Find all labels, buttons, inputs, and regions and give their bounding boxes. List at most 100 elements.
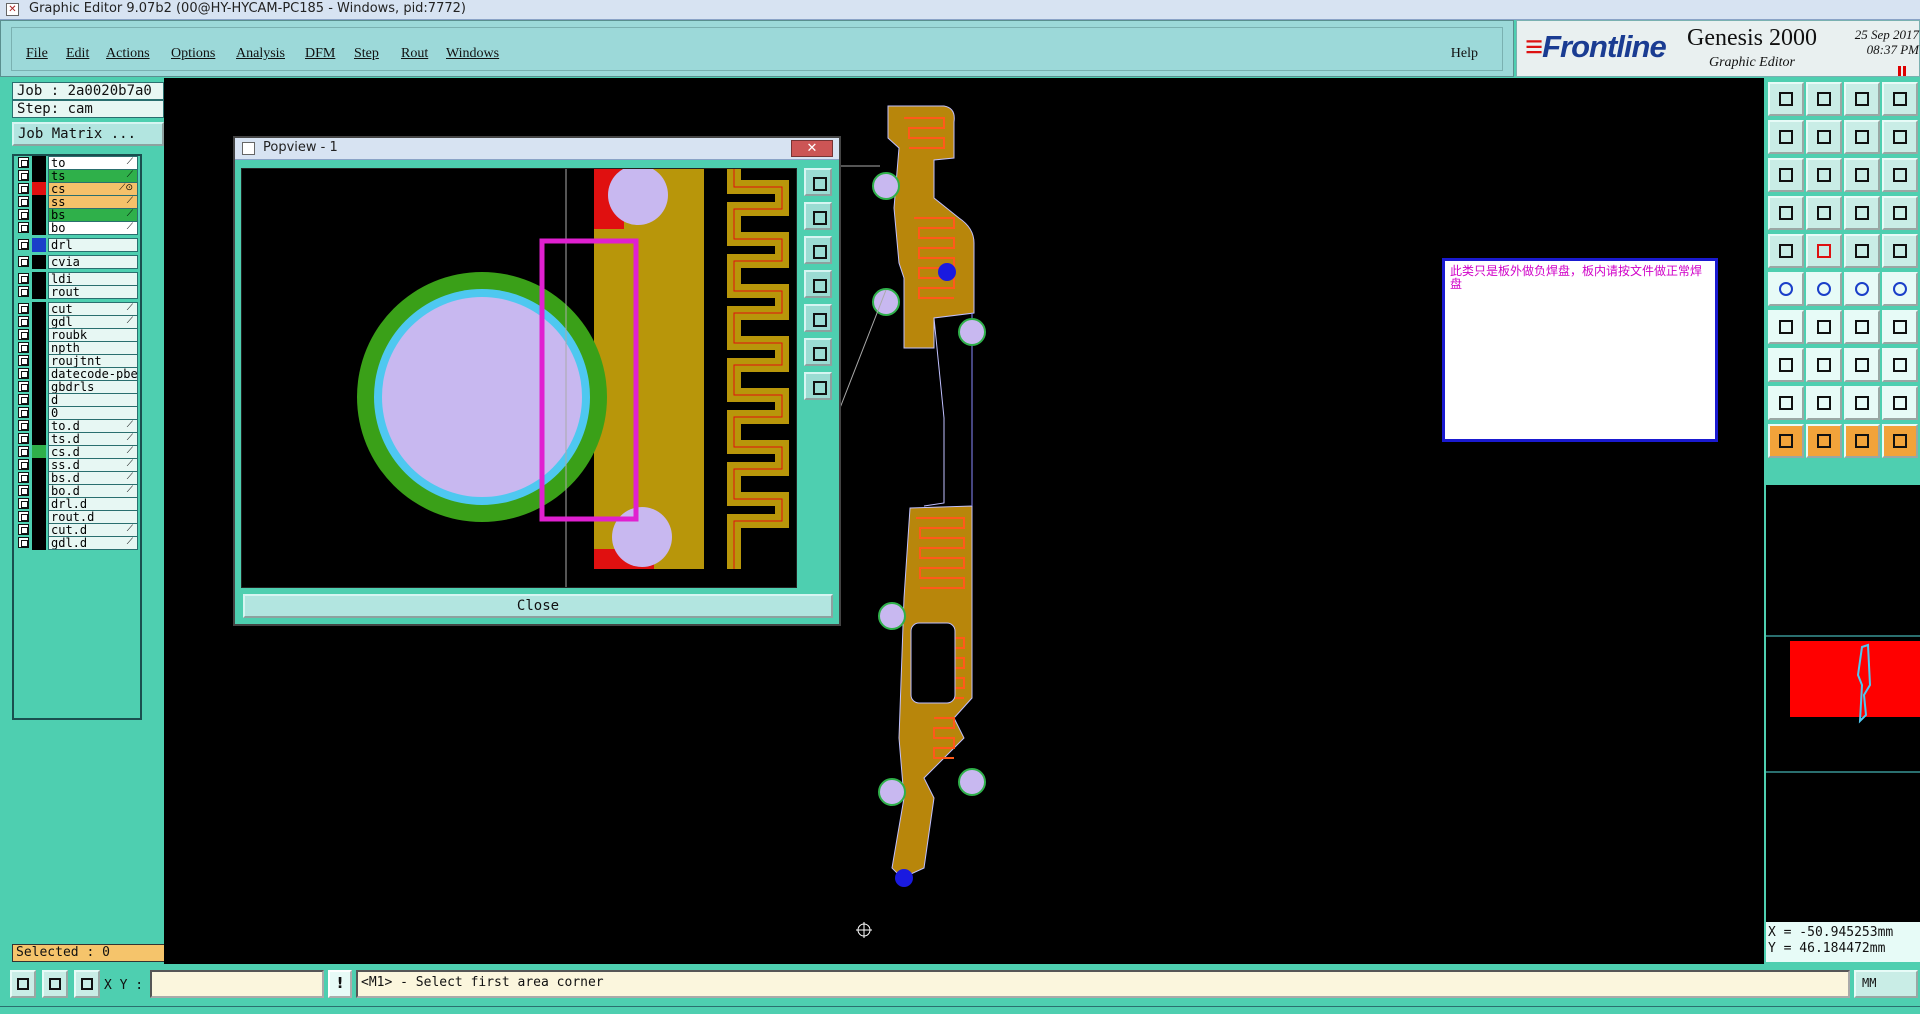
tool-button-11[interactable]	[1844, 158, 1880, 192]
layer-row[interactable]: bs.d ⟋	[16, 471, 140, 485]
layer-checkbox[interactable]	[18, 459, 29, 470]
tool-button-6[interactable]	[1806, 120, 1842, 154]
layer-row[interactable]: rout	[16, 285, 140, 299]
layer-row[interactable]: gbdrls	[16, 380, 140, 394]
tool-button-7[interactable]	[1844, 120, 1880, 154]
menu-step[interactable]: Step	[354, 46, 379, 62]
menu-analysis[interactable]: Analysis	[236, 46, 285, 62]
tool-button-31[interactable]	[1844, 348, 1880, 382]
tool-button-17[interactable]	[1768, 234, 1804, 268]
tool-button-9[interactable]	[1768, 158, 1804, 192]
layer-row[interactable]: datecode-pbe	[16, 367, 140, 381]
layer-row[interactable]: gdl ⟋	[16, 315, 140, 329]
popview-close-x[interactable]: ✕	[791, 140, 833, 157]
layer-checkbox[interactable]	[18, 511, 29, 522]
popview-tool-4[interactable]	[804, 270, 832, 298]
tool-button-39[interactable]	[1844, 424, 1880, 458]
popview-tool-3[interactable]	[804, 236, 832, 264]
layer-checkbox[interactable]	[18, 342, 29, 353]
layer-checkbox[interactable]	[18, 394, 29, 405]
layer-row[interactable]: to.d ⟋	[16, 419, 140, 433]
layer-checkbox[interactable]	[18, 286, 29, 297]
tool-button-29[interactable]	[1768, 348, 1804, 382]
layer-row[interactable]: cvia	[16, 255, 140, 269]
layer-checkbox[interactable]	[18, 420, 29, 431]
layer-row[interactable]: gdl.d ⟋	[16, 536, 140, 550]
layer-row[interactable]: ss ⟋	[16, 195, 140, 209]
layer-row[interactable]: ss.d ⟋	[16, 458, 140, 472]
layer-checkbox[interactable]	[18, 183, 29, 194]
layer-checkbox[interactable]	[18, 407, 29, 418]
layer-checkbox[interactable]	[18, 446, 29, 457]
tool-button-32[interactable]	[1882, 348, 1918, 382]
layer-checkbox[interactable]	[18, 381, 29, 392]
tool-button-28[interactable]	[1882, 310, 1918, 344]
tool-button-10[interactable]	[1806, 158, 1842, 192]
tool-button-15[interactable]	[1844, 196, 1880, 230]
tool-button-21[interactable]	[1768, 272, 1804, 306]
menu-help[interactable]: Help	[1451, 46, 1478, 62]
layer-row[interactable]: cut.d ⟋	[16, 523, 140, 537]
layer-row[interactable]: npth	[16, 341, 140, 355]
menu-file[interactable]: File	[26, 46, 48, 62]
layer-row[interactable]: drl	[16, 238, 140, 252]
tool-button-23[interactable]	[1844, 272, 1880, 306]
pause-icon[interactable]	[1898, 61, 1908, 76]
tool-button-12[interactable]	[1882, 158, 1918, 192]
layer-checkbox[interactable]	[18, 273, 29, 284]
tool-button-4[interactable]	[1882, 82, 1918, 116]
layer-row[interactable]: roujtnt	[16, 354, 140, 368]
menu-rout[interactable]: Rout	[401, 46, 428, 62]
menu-edit[interactable]: Edit	[66, 46, 89, 62]
tool-button-25[interactable]	[1768, 310, 1804, 344]
grid-button[interactable]	[74, 970, 100, 998]
tool-button-34[interactable]	[1806, 386, 1842, 420]
tool-button-13[interactable]	[1768, 196, 1804, 230]
xy-input[interactable]	[150, 970, 324, 998]
overview-panel[interactable]	[1766, 485, 1920, 925]
layer-checkbox[interactable]	[18, 170, 29, 181]
popview-tool-7[interactable]	[804, 372, 832, 400]
layer-row[interactable]: drl.d	[16, 497, 140, 511]
layer-checkbox[interactable]	[18, 209, 29, 220]
popview-tool-5[interactable]	[804, 304, 832, 332]
tool-button-2[interactable]	[1806, 82, 1842, 116]
layer-checkbox[interactable]	[18, 157, 29, 168]
popview-tool-6[interactable]	[804, 338, 832, 366]
snap-button[interactable]	[10, 970, 36, 998]
layer-checkbox[interactable]	[18, 498, 29, 509]
tool-button-22[interactable]	[1806, 272, 1842, 306]
tool-button-16[interactable]	[1882, 196, 1918, 230]
tool-button-36[interactable]	[1882, 386, 1918, 420]
layer-row[interactable]: d	[16, 393, 140, 407]
tool-button-26[interactable]	[1806, 310, 1842, 344]
layer-row[interactable]: bo ⟋	[16, 221, 140, 235]
layer-row[interactable]: 0	[16, 406, 140, 420]
tool-button-19[interactable]	[1844, 234, 1880, 268]
layer-checkbox[interactable]	[18, 303, 29, 314]
tool-button-27[interactable]	[1844, 310, 1880, 344]
layer-checkbox[interactable]	[18, 472, 29, 483]
tool-button-5[interactable]	[1768, 120, 1804, 154]
tool-button-8[interactable]	[1882, 120, 1918, 154]
tool-button-35[interactable]	[1844, 386, 1880, 420]
layer-checkbox[interactable]	[18, 485, 29, 496]
layer-checkbox[interactable]	[18, 316, 29, 327]
layer-row[interactable]: rout.d	[16, 510, 140, 524]
layer-checkbox[interactable]	[18, 329, 29, 340]
layer-row[interactable]: cut ⟋	[16, 302, 140, 316]
layer-row[interactable]: ts ⟋	[16, 169, 140, 183]
layer-row[interactable]: bo.d ⟋	[16, 484, 140, 498]
layer-checkbox[interactable]	[18, 524, 29, 535]
layer-checkbox[interactable]	[18, 256, 29, 267]
menu-windows[interactable]: Windows	[446, 46, 499, 62]
measure-button[interactable]	[42, 970, 68, 998]
popview-tool-2[interactable]	[804, 202, 832, 230]
layer-checkbox[interactable]	[18, 222, 29, 233]
layer-checkbox[interactable]	[18, 239, 29, 250]
layer-row[interactable]: roubk	[16, 328, 140, 342]
unit-selector[interactable]: MM	[1854, 970, 1918, 998]
layer-row[interactable]: ts.d ⟋	[16, 432, 140, 446]
tool-button-37[interactable]	[1768, 424, 1804, 458]
job-matrix-button[interactable]: Job Matrix ...	[12, 122, 164, 146]
